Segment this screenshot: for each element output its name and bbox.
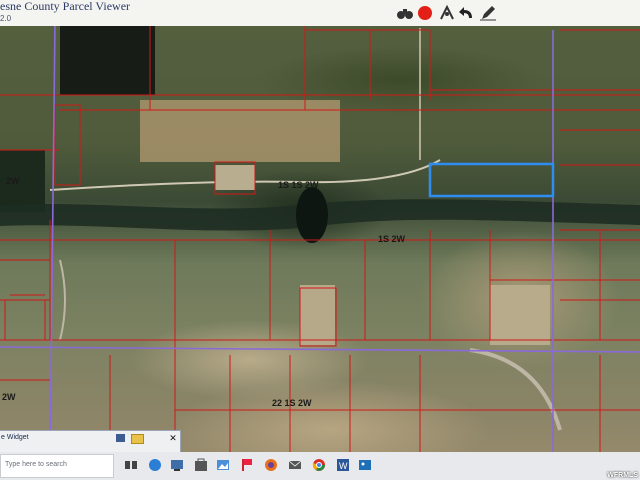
app-header: esne County Parcel Viewer 2.0	[0, 0, 640, 26]
record-red-dot-icon[interactable]	[415, 4, 435, 22]
dark-field	[60, 20, 155, 95]
tilled-field	[140, 100, 340, 162]
widget-label: e Widget	[1, 434, 29, 441]
parcel-label-5: 22 1S 2W	[272, 398, 312, 408]
road-west	[59, 259, 66, 341]
svg-text:W: W	[339, 461, 348, 471]
chrome-icon[interactable]	[310, 456, 328, 474]
mail-icon[interactable]	[286, 456, 304, 474]
edge-icon[interactable]	[146, 456, 164, 474]
lot-clearing	[215, 165, 255, 190]
pond	[296, 187, 328, 243]
lot-clearing-3	[490, 285, 550, 345]
selected-parcel-outline[interactable]	[428, 162, 555, 198]
store-icon[interactable]	[192, 456, 210, 474]
flag-icon[interactable]	[238, 456, 256, 474]
map-overlay	[0, 19, 640, 461]
widget-panel-bar[interactable]: e Widget ✕	[0, 430, 181, 453]
parcel-label-2: 1S 2W	[378, 234, 406, 244]
photos-icon[interactable]	[356, 456, 374, 474]
firefox-icon[interactable]	[262, 456, 280, 474]
image-viewer-icon[interactable]	[214, 456, 232, 474]
lot-clearing-2	[300, 285, 335, 345]
binoculars-icon[interactable]	[395, 4, 415, 22]
close-icon[interactable]: ✕	[168, 433, 178, 443]
network-icon[interactable]	[168, 456, 186, 474]
undo-arrow-icon[interactable]	[457, 4, 477, 22]
app-version: 2.0	[0, 14, 12, 23]
word-icon[interactable]: W	[334, 456, 352, 474]
app-title: esne County Parcel Viewer	[0, 0, 131, 13]
parcel-label-3: 2W	[6, 176, 20, 186]
highway	[469, 348, 562, 431]
widget-panel-icon[interactable]	[116, 434, 125, 442]
parcel-label-1: 1S 1S 2W	[278, 180, 319, 190]
parcel-map[interactable]: 1S 1S 2W 1S 2W 2W 2W 22 1S 2W	[0, 0, 640, 480]
search-placeholder: Type here to search	[5, 461, 67, 468]
parcel-label-4: 2W	[2, 392, 16, 402]
wfrmls-watermark: WFRMLS	[607, 472, 638, 479]
search-input[interactable]: Type here to search	[0, 454, 114, 478]
pen-icon[interactable]	[478, 4, 498, 22]
folder-icon[interactable]	[131, 434, 144, 444]
task-view-icon[interactable]	[122, 456, 140, 474]
taskbar: Type here to search W WFRMLS	[0, 452, 640, 480]
draw-tool-icon[interactable]	[437, 4, 457, 22]
